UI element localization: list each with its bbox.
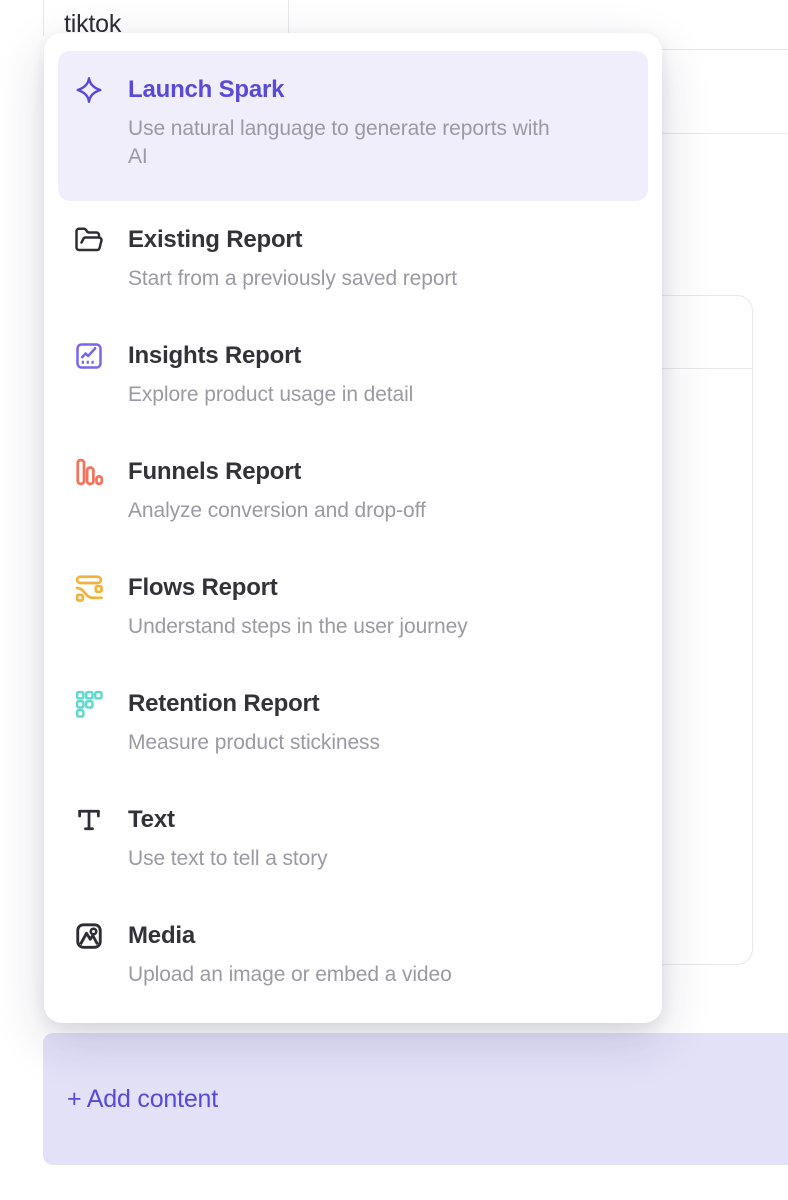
menu-item-launch-spark[interactable]: Launch Spark Use natural language to gen…	[58, 51, 648, 201]
menu-item-text: Flows Report Understand steps in the use…	[128, 573, 468, 641]
menu-item-label: Text	[128, 805, 328, 835]
menu-item-retention-report[interactable]: Retention Report Measure product stickin…	[58, 665, 648, 781]
menu-item-description: Start from a previously saved report	[128, 265, 457, 293]
menu-item-description: Upload an image or embed a video	[128, 961, 452, 989]
retention-grid-icon	[74, 689, 104, 719]
menu-item-media[interactable]: Media Upload an image or embed a video	[58, 897, 648, 1013]
menu-item-text: Retention Report Measure product stickin…	[128, 689, 380, 757]
funnels-bars-icon	[74, 457, 104, 487]
menu-item-existing-report[interactable]: Existing Report Start from a previously …	[58, 201, 648, 317]
text-icon	[74, 805, 104, 835]
menu-item-description: Use text to tell a story	[128, 845, 328, 873]
folder-open-icon	[74, 225, 104, 255]
menu-item-text: Insights Report Explore product usage in…	[128, 341, 413, 409]
add-content-button[interactable]: + Add content	[43, 1033, 788, 1165]
background-vertical-divider	[43, 0, 44, 36]
menu-item-description: Explore product usage in detail	[128, 381, 413, 409]
menu-item-label: Media	[128, 921, 452, 951]
menu-item-text: Launch Spark Use natural language to gen…	[128, 75, 550, 171]
menu-item-flows-report[interactable]: Flows Report Understand steps in the use…	[58, 549, 648, 665]
menu-item-label: Retention Report	[128, 689, 380, 719]
menu-item-description: Analyze conversion and drop-off	[128, 497, 426, 525]
menu-item-text: Media Upload an image or embed a video	[128, 921, 452, 989]
add-content-menu: Launch Spark Use natural language to gen…	[44, 33, 662, 1023]
menu-item-text-block[interactable]: Text Use text to tell a story	[58, 781, 648, 897]
menu-item-description: Measure product stickiness	[128, 729, 380, 757]
menu-item-label: Existing Report	[128, 225, 457, 255]
menu-item-text: Funnels Report Analyze conversion and dr…	[128, 457, 426, 525]
menu-item-description: Use natural language to generate reports…	[128, 115, 550, 171]
menu-item-text: Existing Report Start from a previously …	[128, 225, 457, 293]
menu-item-label: Flows Report	[128, 573, 468, 603]
menu-item-label: Funnels Report	[128, 457, 426, 487]
menu-item-insights-report[interactable]: Insights Report Explore product usage in…	[58, 317, 648, 433]
insights-chart-icon	[74, 341, 104, 371]
menu-item-label: Insights Report	[128, 341, 413, 371]
media-image-icon	[74, 921, 104, 951]
menu-item-label: Launch Spark	[128, 75, 550, 105]
add-content-label: + Add content	[67, 1085, 218, 1114]
menu-item-description: Understand steps in the user journey	[128, 613, 468, 641]
menu-item-text: Text Use text to tell a story	[128, 805, 328, 873]
spark-icon	[74, 75, 104, 105]
flows-icon	[74, 573, 104, 603]
menu-item-funnels-report[interactable]: Funnels Report Analyze conversion and dr…	[58, 433, 648, 549]
